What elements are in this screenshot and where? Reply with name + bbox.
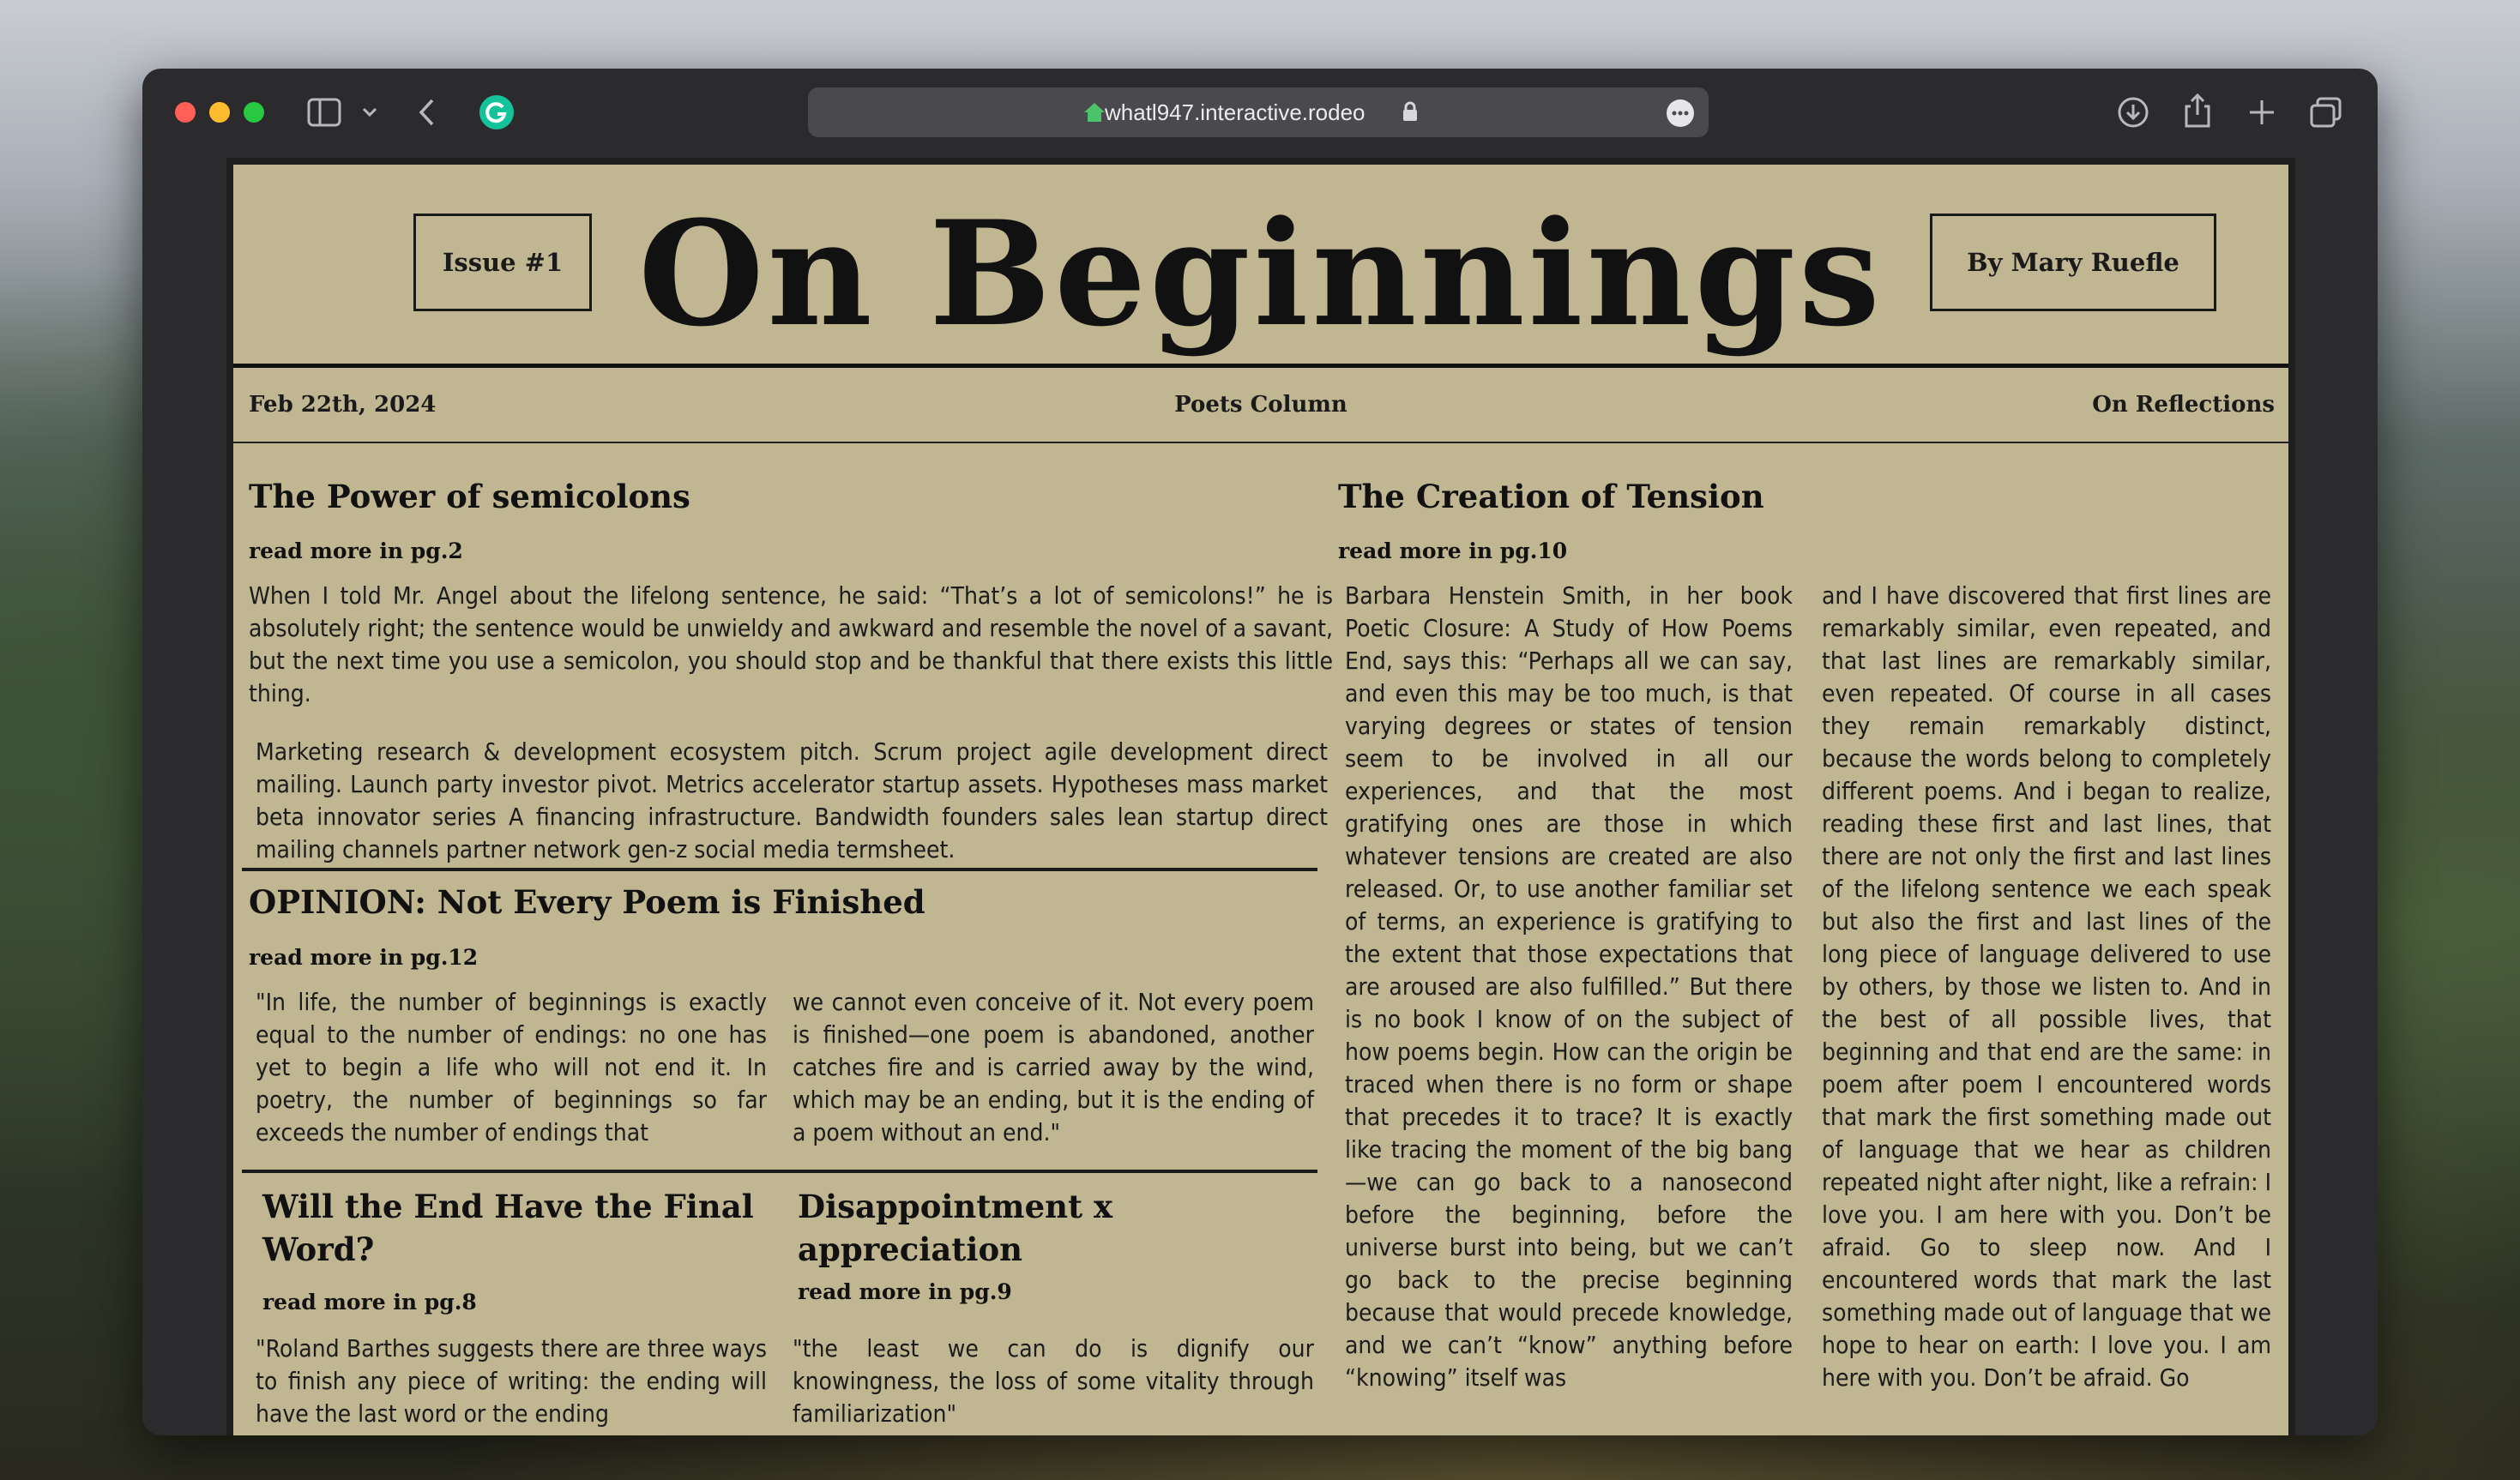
browser-window: whatl947.interactive.rodeo Issue #1 On B… bbox=[142, 69, 2378, 1435]
grammarly-extension-icon[interactable] bbox=[479, 94, 515, 130]
close-window-button[interactable] bbox=[175, 102, 196, 123]
page-menu-icon[interactable] bbox=[1666, 99, 1695, 128]
read-more-link[interactable]: read more in pg.2 bbox=[249, 538, 463, 563]
home-icon bbox=[1084, 103, 1105, 122]
share-icon[interactable] bbox=[2182, 93, 2213, 129]
chevron-down-icon[interactable] bbox=[362, 106, 377, 118]
divider bbox=[242, 868, 1317, 871]
read-more-link[interactable]: read more in pg.12 bbox=[249, 945, 478, 970]
article-headline[interactable]: OPINION: Not Every Poem is Finished bbox=[249, 883, 925, 921]
article-headline[interactable]: Will the End Have the Final Word? bbox=[262, 1185, 769, 1271]
article-headline[interactable]: The Power of semicolons bbox=[249, 478, 690, 515]
minimize-window-button[interactable] bbox=[209, 102, 230, 123]
zoom-window-button[interactable] bbox=[244, 102, 264, 123]
lock-icon bbox=[1403, 101, 1417, 121]
read-more-link[interactable]: read more in pg.8 bbox=[262, 1290, 477, 1315]
masthead: Issue #1 On Beginnings By Mary Ruefle bbox=[233, 165, 2288, 368]
article-body: we cannot even conceive of it. Not every… bbox=[793, 988, 1314, 1146]
sidebar-icon[interactable] bbox=[307, 98, 341, 127]
new-tab-icon[interactable] bbox=[2247, 98, 2276, 127]
tab-overview-icon[interactable] bbox=[2309, 96, 2343, 129]
article-body: "In life, the number of beginnings is ex… bbox=[256, 988, 767, 1146]
article-body: "the least we can do is dignify our know… bbox=[793, 1334, 1314, 1428]
back-icon[interactable] bbox=[417, 98, 437, 127]
divider bbox=[242, 1170, 1317, 1173]
read-more-link[interactable]: read more in pg.10 bbox=[1338, 538, 1567, 563]
article-body: Barbara Henstein Smith, in her book Poet… bbox=[1345, 581, 1793, 1392]
article-headline[interactable]: Disappointment x appreciation bbox=[798, 1185, 1312, 1271]
article-body: When I told Mr. Angel about the lifelong… bbox=[249, 581, 1333, 707]
section-name: On Reflections bbox=[2092, 392, 2275, 418]
read-more-link[interactable]: read more in pg.9 bbox=[798, 1279, 1012, 1304]
article-headline[interactable]: The Creation of Tension bbox=[1338, 478, 1764, 515]
address-bar[interactable]: whatl947.interactive.rodeo bbox=[808, 87, 1709, 137]
article-body: and I have discovered that first lines a… bbox=[1822, 581, 2271, 1392]
downloads-icon[interactable] bbox=[2117, 96, 2149, 129]
url-text: whatl947.interactive.rodeo bbox=[1105, 99, 1366, 125]
article-body: Marketing research & development ecosyst… bbox=[256, 737, 1328, 863]
info-bar: Feb 22th, 2024 Poets Column On Reflectio… bbox=[233, 368, 2288, 443]
web-page: Issue #1 On Beginnings By Mary Ruefle Fe… bbox=[226, 158, 2295, 1435]
column-name: Poets Column bbox=[1174, 392, 1347, 418]
article-body: "Roland Barthes suggests there are three… bbox=[256, 1334, 767, 1428]
browser-toolbar: whatl947.interactive.rodeo bbox=[142, 69, 2378, 158]
byline-label: By Mary Ruefle bbox=[1930, 214, 2216, 311]
newspaper-page: Issue #1 On Beginnings By Mary Ruefle Fe… bbox=[233, 165, 2288, 1435]
